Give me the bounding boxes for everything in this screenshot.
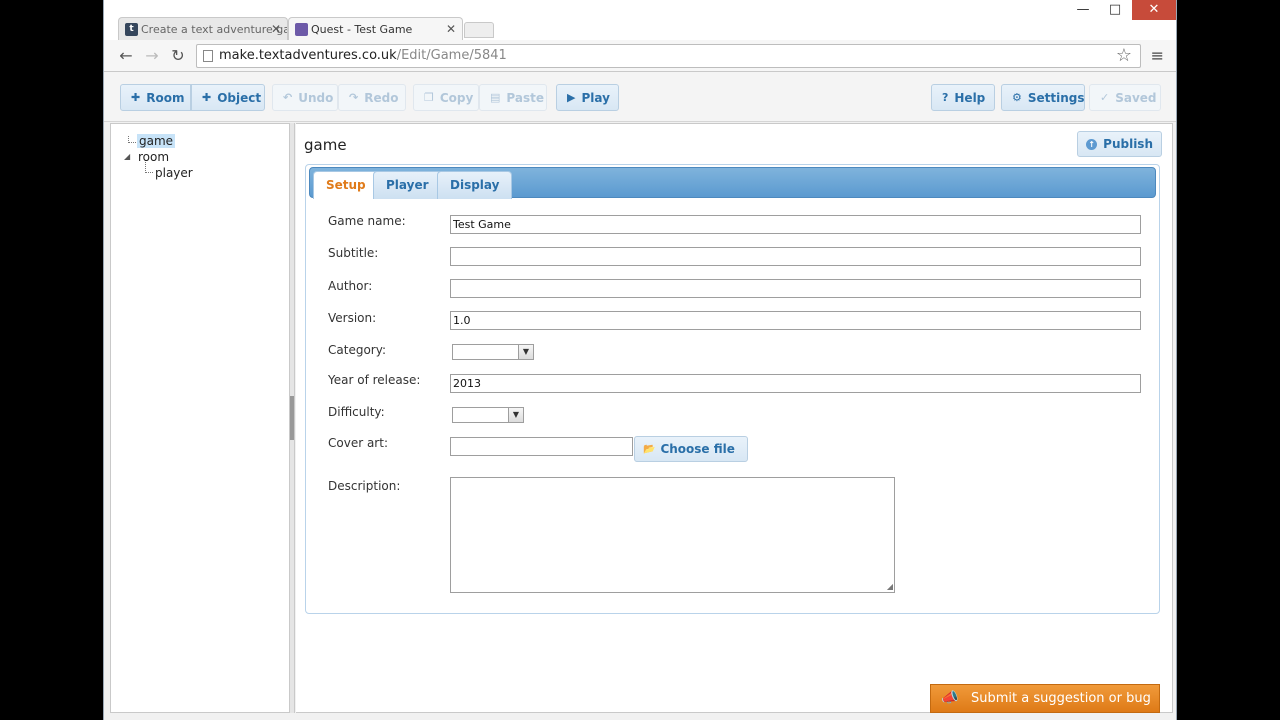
tumblr-favicon-icon: t [125, 23, 138, 36]
url-host: make.textadventures.co.uk [219, 48, 397, 63]
bookmark-star-icon[interactable]: ☆ [1116, 45, 1132, 66]
subtitle-input[interactable] [450, 247, 1141, 266]
category-label: Category: [328, 343, 386, 357]
settings-button[interactable]: ⚙ Settings [1001, 84, 1085, 111]
undo-icon: ↶ [283, 91, 293, 104]
close-window-button[interactable]: ✕ [1132, 0, 1176, 20]
publish-button[interactable]: ↑ Publish [1077, 131, 1162, 157]
description-label: Description: [328, 479, 401, 493]
editor-tab-bar: Setup Player Display [309, 167, 1156, 199]
page-icon [203, 50, 213, 62]
author-input[interactable] [450, 279, 1141, 298]
game-name-label: Game name: [328, 214, 406, 228]
tree-item-player[interactable]: player [155, 166, 193, 180]
megaphone-icon: 📣 [941, 689, 959, 706]
play-button[interactable]: ▶ Play [556, 84, 619, 111]
description-textarea[interactable]: ◢ [450, 477, 895, 593]
minimize-button[interactable]: — [1070, 2, 1096, 17]
chevron-down-icon: ▼ [518, 345, 533, 359]
tab-display[interactable]: Display [437, 171, 513, 199]
tab-close-icon[interactable]: ✕ [446, 22, 456, 36]
add-room-button[interactable]: ✚ Room [120, 84, 191, 111]
maximize-button[interactable]: □ [1102, 2, 1128, 17]
chevron-down-icon: ▼ [508, 408, 523, 422]
paste-button[interactable]: ▤ Paste [479, 84, 547, 111]
tab-close-icon[interactable]: ✕ [271, 22, 281, 36]
version-input[interactable] [450, 311, 1141, 330]
folder-icon: 📂 [643, 443, 656, 455]
game-name-input[interactable] [450, 215, 1141, 234]
help-button[interactable]: ? Help [931, 84, 995, 111]
cover-art-label: Cover art: [328, 436, 388, 450]
upload-icon: ↑ [1086, 138, 1098, 150]
play-icon: ▶ [567, 91, 576, 104]
tab-player[interactable]: Player [373, 171, 442, 199]
editor-panel: game ↑ Publish Setup Player Display Game … [296, 123, 1173, 713]
browser-tab-1[interactable]: t Create a text adventure ga ✕ [118, 17, 288, 41]
gear-icon: ⚙ [1012, 91, 1022, 104]
category-select[interactable]: ▼ [452, 344, 534, 360]
redo-button[interactable]: ↷ Redo [338, 84, 406, 111]
choose-file-button[interactable]: 📂 Choose file [634, 436, 748, 462]
saved-button[interactable]: ✓ Saved [1089, 84, 1161, 111]
editor-tabs-container: Setup Player Display Game name: Subtitle… [305, 164, 1160, 614]
back-arrow-icon[interactable]: ← [116, 46, 136, 66]
difficulty-label: Difficulty: [328, 405, 385, 419]
browser-tab-title: Create a text adventure ga [141, 23, 288, 36]
paste-icon: ▤ [490, 91, 501, 104]
copy-button[interactable]: ❐ Copy [413, 84, 479, 111]
undo-button[interactable]: ↶ Undo [272, 84, 338, 111]
menu-icon[interactable]: ≡ [1151, 46, 1164, 65]
cover-art-input[interactable] [450, 437, 633, 456]
title-bar: t Create a text adventure ga ✕ Quest - T… [104, 0, 1176, 41]
tree-item-room[interactable]: room [138, 150, 169, 164]
page-title: game [304, 136, 347, 154]
year-of-release-label: Year of release: [328, 373, 421, 387]
browser-tab-title: Quest - Test Game [311, 23, 413, 36]
app-toolbar: ✚ Room ✚ Object ↶ Undo ↷ Redo ❐ Copy ▤ Paste ▶… [104, 72, 1176, 122]
plus-icon: ✚ [131, 91, 141, 104]
reload-icon[interactable]: ↻ [168, 46, 188, 66]
forward-arrow-icon[interactable]: → [142, 46, 162, 66]
tree-connector [128, 136, 136, 143]
navigation-bar: ← → ↻ make.textadventures.co.uk/Edit/Gam… [104, 40, 1176, 72]
question-icon: ? [942, 91, 949, 104]
collapse-arrow-icon[interactable]: ◢ [124, 152, 130, 161]
year-of-release-input[interactable] [450, 374, 1141, 393]
version-label: Version: [328, 311, 377, 325]
resize-grip-icon[interactable]: ◢ [887, 582, 893, 591]
check-icon: ✓ [1100, 91, 1110, 104]
copy-icon: ❐ [424, 91, 434, 104]
quest-favicon-icon [295, 23, 308, 36]
browser-window: t Create a text adventure ga ✕ Quest - T… [103, 0, 1177, 720]
url-path: /Edit/Game/5841 [396, 48, 507, 63]
submit-suggestion-button[interactable]: 📣 Submit a suggestion or bug [930, 684, 1160, 713]
difficulty-select[interactable]: ▼ [452, 407, 524, 423]
browser-tab-2[interactable]: Quest - Test Game ✕ [288, 17, 463, 41]
redo-icon: ↷ [349, 91, 359, 104]
address-bar[interactable]: make.textadventures.co.uk/Edit/Game/5841 [196, 44, 1141, 68]
author-label: Author: [328, 279, 373, 293]
tab-setup[interactable]: Setup [313, 171, 379, 199]
plus-icon: ✚ [202, 91, 212, 104]
object-tree: ◢ game room player [110, 123, 291, 713]
subtitle-label: Subtitle: [328, 246, 379, 260]
splitter-handle[interactable] [290, 396, 294, 440]
add-object-button[interactable]: ✚ Object [191, 84, 265, 111]
new-tab-button[interactable] [464, 22, 494, 38]
tree-item-game[interactable]: game [137, 134, 176, 148]
